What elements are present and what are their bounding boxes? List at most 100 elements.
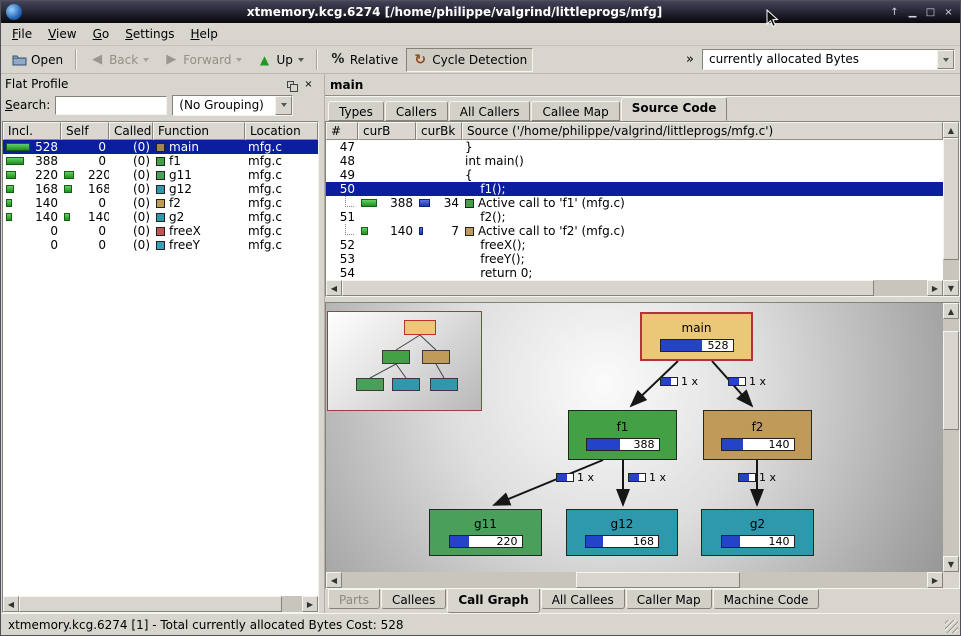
source-line[interactable]: 54 return 0; bbox=[326, 266, 943, 280]
graph-node-g11[interactable]: g11 220 bbox=[429, 509, 542, 556]
tab-source-code[interactable]: Source Code bbox=[621, 97, 728, 121]
menu-go[interactable]: Go bbox=[85, 24, 118, 44]
col-curbk[interactable]: curBk bbox=[416, 122, 462, 140]
flat-profile-hscrollbar[interactable]: ◀ ▶ bbox=[3, 596, 318, 612]
resize-grip[interactable] bbox=[945, 620, 958, 633]
menu-settings[interactable]: Settings bbox=[117, 24, 182, 44]
forward-button[interactable]: ▶ Forward bbox=[157, 48, 248, 72]
toolbar-overflow-button[interactable]: » bbox=[680, 52, 700, 67]
tab-call-graph[interactable]: Call Graph bbox=[447, 589, 539, 613]
menu-file[interactable]: File bbox=[4, 24, 40, 44]
table-row-freeY[interactable]: 0 0 (0) freeY mfg.c bbox=[3, 238, 318, 252]
scroll-up-icon[interactable]: ▲ bbox=[943, 122, 959, 138]
up-button[interactable]: ▲ Up bbox=[250, 48, 309, 72]
dock-float-button[interactable] bbox=[283, 77, 298, 92]
source-call-annotation[interactable]: 388 34 Active call to 'f1' (mfg.c) bbox=[326, 196, 943, 210]
scrollbar-thumb[interactable] bbox=[943, 331, 959, 431]
self-bar-icon bbox=[64, 213, 70, 221]
table-row-main[interactable]: 528 0 (0) main mfg.c bbox=[3, 140, 318, 154]
title-bar[interactable]: xtmemory.kcg.6274 [/home/philippe/valgri… bbox=[1, 1, 960, 23]
minimize-button[interactable]: ▁ bbox=[904, 4, 921, 21]
grouping-dropdown-button[interactable] bbox=[275, 96, 292, 115]
node-label: g11 bbox=[474, 517, 497, 531]
table-row-g12[interactable]: 168 168 (0) g12 mfg.c bbox=[3, 182, 318, 196]
table-row-f1[interactable]: 388 0 (0) f1 mfg.c bbox=[3, 154, 318, 168]
col-location[interactable]: Location bbox=[245, 122, 318, 140]
search-row: Search: (No Grouping) bbox=[2, 94, 319, 121]
scrollbar-thumb[interactable] bbox=[19, 596, 282, 612]
menu-view[interactable]: View bbox=[40, 24, 84, 44]
graph-node-g12[interactable]: g12 168 bbox=[566, 509, 678, 556]
event-type-dropdown-button[interactable] bbox=[937, 50, 954, 69]
back-icon: ◀ bbox=[89, 52, 105, 67]
incl-bar-icon bbox=[6, 157, 24, 165]
source-line[interactable]: 52 freeX(); bbox=[326, 238, 943, 252]
call-graph-canvas[interactable]: main 528 f1 388 f2 140 g11 bbox=[326, 303, 943, 572]
back-button[interactable]: ◀ Back bbox=[83, 48, 155, 72]
scrollbar-thumb[interactable] bbox=[943, 138, 959, 260]
table-row-freeX[interactable]: 0 0 (0) freeX mfg.c bbox=[3, 224, 318, 238]
relative-toggle-button[interactable]: % Relative bbox=[324, 48, 404, 72]
graph-node-f1[interactable]: f1 388 bbox=[568, 410, 677, 460]
graph-overview-minimap[interactable] bbox=[327, 311, 482, 411]
toolbar-separator bbox=[75, 49, 77, 70]
search-input[interactable] bbox=[55, 96, 167, 115]
scroll-left-icon[interactable]: ◀ bbox=[3, 596, 19, 612]
source-line[interactable]: 47 } bbox=[326, 140, 943, 154]
cycle-detection-toggle-button[interactable]: ↻ Cycle Detection bbox=[406, 48, 533, 72]
table-row-g2[interactable]: 140 140 (0) g2 mfg.c bbox=[3, 210, 318, 224]
maximize-button[interactable]: □ bbox=[922, 4, 939, 21]
dock-close-button[interactable]: × bbox=[301, 77, 316, 92]
col-function[interactable]: Function bbox=[153, 122, 245, 140]
graph-node-g2[interactable]: g2 140 bbox=[701, 509, 814, 556]
scrollbar-thumb[interactable] bbox=[342, 280, 874, 296]
source-hscrollbar[interactable]: ◀ ▶ bbox=[326, 280, 943, 296]
tab-callers[interactable]: Callers bbox=[385, 101, 448, 121]
tab-types[interactable]: Types bbox=[328, 101, 384, 121]
scroll-left-icon[interactable]: ◀ bbox=[326, 572, 342, 588]
col-incl[interactable]: Incl. bbox=[3, 122, 61, 140]
col-curb[interactable]: curB bbox=[358, 122, 416, 140]
tab-all-callees[interactable]: All Callees bbox=[541, 589, 625, 609]
scrollbar-thumb[interactable] bbox=[576, 572, 740, 588]
source-call-annotation[interactable]: 140 7 Active call to 'f2' (mfg.c) bbox=[326, 224, 943, 238]
graph-node-f2[interactable]: f2 140 bbox=[703, 410, 812, 460]
dock-title-bar[interactable]: Flat Profile × bbox=[2, 74, 319, 94]
close-button[interactable]: × bbox=[940, 4, 957, 21]
tab-callee-map[interactable]: Callee Map bbox=[531, 101, 619, 121]
source-line[interactable]: 48 int main() bbox=[326, 154, 943, 168]
event-type-select[interactable]: currently allocated Bytes bbox=[702, 49, 955, 70]
table-row-g11[interactable]: 220 220 (0) g11 mfg.c bbox=[3, 168, 318, 182]
col-source[interactable]: Source ('/home/philippe/valgrind/littlep… bbox=[462, 122, 943, 140]
tab-parts[interactable]: Parts bbox=[328, 589, 380, 609]
tab-machine-code[interactable]: Machine Code bbox=[713, 589, 820, 609]
grouping-select[interactable]: (No Grouping) bbox=[172, 95, 293, 116]
open-folder-icon bbox=[11, 53, 27, 66]
source-line[interactable]: 53 freeY(); bbox=[326, 252, 943, 266]
keep-above-button[interactable]: ↑ bbox=[886, 4, 903, 21]
scroll-right-icon[interactable]: ▶ bbox=[302, 596, 318, 612]
tab-all-callers[interactable]: All Callers bbox=[449, 101, 531, 121]
tab-caller-map[interactable]: Caller Map bbox=[626, 589, 712, 609]
menu-help[interactable]: Help bbox=[182, 24, 225, 44]
col-line-number[interactable]: # bbox=[326, 122, 358, 140]
scroll-down-icon[interactable]: ▼ bbox=[943, 556, 959, 572]
table-row-f2[interactable]: 140 0 (0) f2 mfg.c bbox=[3, 196, 318, 210]
col-called[interactable]: Called bbox=[109, 122, 153, 140]
col-self[interactable]: Self bbox=[61, 122, 109, 140]
scroll-right-icon[interactable]: ▶ bbox=[927, 280, 943, 296]
scroll-left-icon[interactable]: ◀ bbox=[326, 280, 342, 296]
source-line-selected[interactable]: 50 f1(); bbox=[326, 182, 943, 196]
scroll-up-icon[interactable]: ▲ bbox=[943, 303, 959, 319]
graph-node-main[interactable]: main 528 bbox=[640, 312, 753, 361]
app-icon[interactable] bbox=[6, 4, 22, 20]
open-button[interactable]: Open bbox=[5, 48, 69, 72]
graph-vscrollbar[interactable]: ▲ ▼ bbox=[943, 303, 959, 572]
scroll-right-icon[interactable]: ▶ bbox=[927, 572, 943, 588]
source-line[interactable]: 51 f2(); bbox=[326, 210, 943, 224]
source-line[interactable]: 49 { bbox=[326, 168, 943, 182]
source-vscrollbar[interactable]: ▲ ▼ bbox=[943, 122, 959, 296]
scroll-down-icon[interactable]: ▼ bbox=[943, 280, 959, 296]
graph-hscrollbar[interactable]: ◀ ▶ bbox=[326, 572, 959, 588]
tab-callees[interactable]: Callees bbox=[381, 589, 446, 609]
